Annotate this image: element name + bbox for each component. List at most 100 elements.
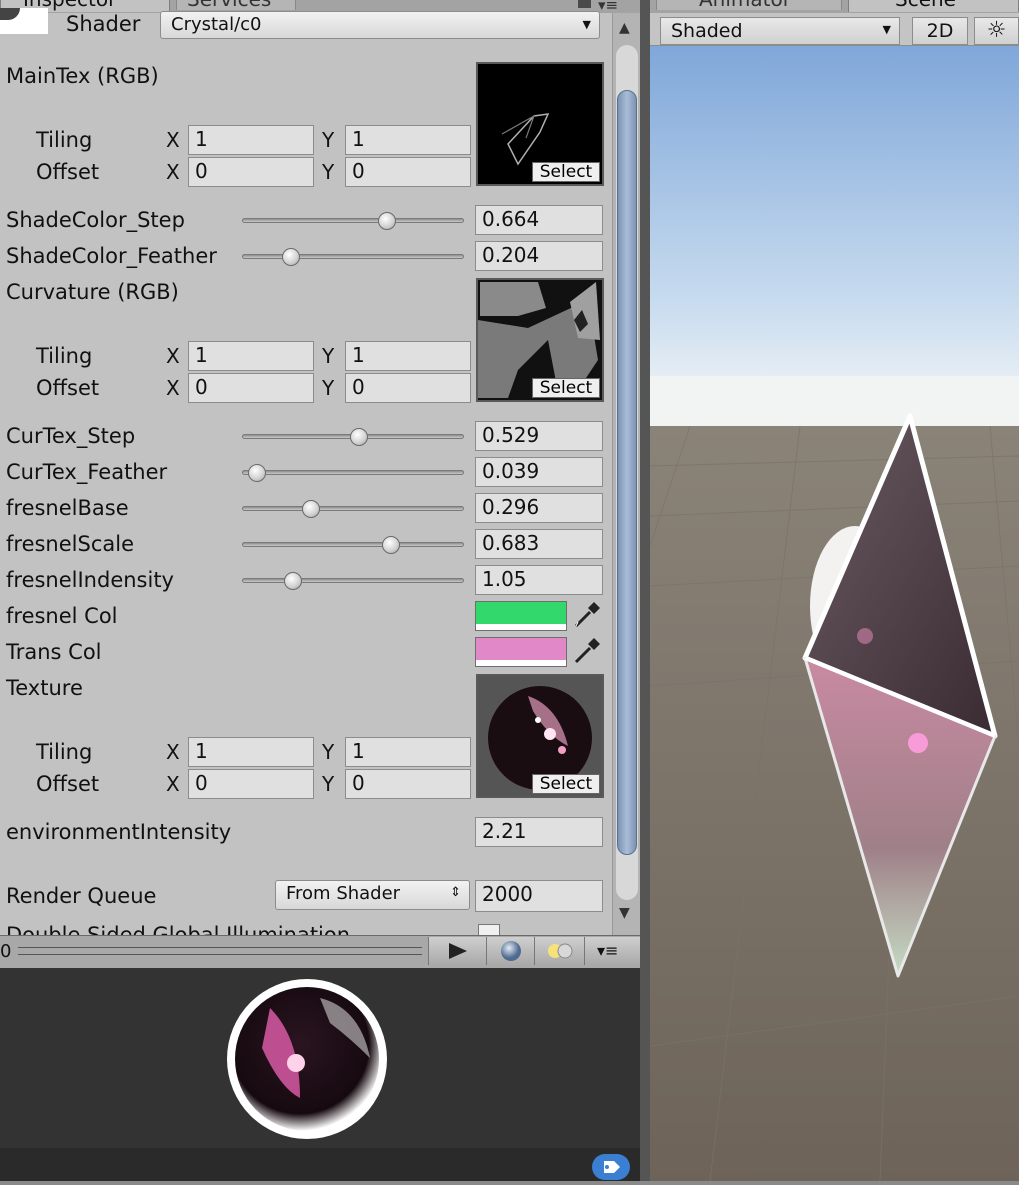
fresnel-col-alpha-bar bbox=[476, 624, 566, 630]
maintex-tiling-y-label: Y bbox=[322, 128, 335, 152]
curvature-tiling-y-label: Y bbox=[322, 344, 335, 368]
curvature-texture-slot[interactable]: Select bbox=[476, 278, 604, 402]
lock-icon[interactable] bbox=[578, 0, 591, 8]
maintex-offset-label: Offset bbox=[36, 160, 100, 184]
curvature-offset-y-label: Y bbox=[322, 376, 335, 400]
fresnel-col-fill bbox=[476, 602, 566, 624]
texture-tiling-x-field[interactable]: 1 bbox=[188, 737, 314, 767]
environment-intensity-value[interactable]: 2.21 bbox=[475, 817, 603, 847]
scene-render bbox=[650, 46, 1019, 1181]
inspector-panel: Inspector Services ▾≡ Shader Crystal/c0 … bbox=[0, 0, 640, 935]
fresnel-scale-slider-thumb[interactable] bbox=[382, 536, 400, 554]
fresnel-scale-slider[interactable] bbox=[242, 542, 464, 547]
tab-scene[interactable]: Scene bbox=[848, 0, 1019, 12]
preview-sphere-button[interactable] bbox=[486, 937, 534, 965]
double-sided-gi-checkbox[interactable] bbox=[478, 924, 500, 935]
menu-icon[interactable]: ▾≡ bbox=[598, 0, 618, 14]
curvature-tiling-y-field[interactable]: 1 bbox=[345, 341, 471, 371]
curtex-step-value[interactable]: 0.529 bbox=[475, 421, 603, 451]
fresnel-indensity-value[interactable]: 1.05 bbox=[475, 565, 603, 595]
maintex-offset-y-field[interactable]: 0 bbox=[345, 157, 471, 187]
shadecolor-feather-slider-thumb[interactable] bbox=[282, 248, 300, 266]
curtex-feather-label: CurTex_Feather bbox=[6, 460, 168, 484]
fresnel-indensity-label: fresnelIndensity bbox=[6, 568, 174, 592]
tab-animator[interactable]: Animator bbox=[656, 0, 842, 10]
curtex-feather-slider[interactable] bbox=[242, 470, 464, 475]
preview-zero-marker: 0 bbox=[0, 941, 12, 962]
render-queue-mode-dropdown[interactable]: From Shader ⇕ bbox=[275, 880, 470, 910]
maintex-label: MainTex (RGB) bbox=[6, 64, 159, 88]
fresnel-col-swatch[interactable] bbox=[475, 601, 567, 631]
shadecolor-step-slider[interactable] bbox=[242, 218, 464, 223]
curtex-step-slider-thumb[interactable] bbox=[350, 428, 368, 446]
maintex-tiling-y-field[interactable]: 1 bbox=[345, 125, 471, 155]
fresnel-base-slider[interactable] bbox=[242, 506, 464, 511]
eyedropper-icon[interactable] bbox=[572, 636, 602, 670]
maintex-tiling-x-field[interactable]: 1 bbox=[188, 125, 314, 155]
fresnel-indensity-slider[interactable] bbox=[242, 578, 464, 583]
texture-texture-slot[interactable]: Select bbox=[476, 674, 604, 798]
scroll-down-icon[interactable]: ▼ bbox=[619, 905, 630, 921]
shadecolor-feather-slider[interactable] bbox=[242, 254, 464, 259]
tab-scene-label: Scene bbox=[895, 0, 956, 11]
tab-services-label: Services bbox=[187, 0, 271, 11]
play-icon bbox=[449, 943, 467, 959]
texture-offset-y-label: Y bbox=[322, 772, 335, 796]
maintex-offset-y-label: Y bbox=[322, 160, 335, 184]
maintex-texture-slot[interactable]: Select bbox=[476, 62, 604, 186]
fresnel-indensity-slider-thumb[interactable] bbox=[284, 572, 302, 590]
chevron-down-icon: ▼ bbox=[582, 18, 591, 31]
lights-icon bbox=[548, 943, 573, 959]
scene-viewport[interactable] bbox=[650, 46, 1019, 1181]
shadecolor-feather-value[interactable]: 0.204 bbox=[475, 241, 603, 271]
draw-mode-dropdown[interactable]: Shaded ▼ bbox=[660, 17, 900, 45]
sphere-icon bbox=[501, 941, 521, 961]
texture-tiling-y-label: Y bbox=[322, 740, 335, 764]
draw-mode-value: Shaded bbox=[671, 20, 743, 42]
trans-col-alpha-bar bbox=[476, 660, 566, 666]
trans-col-swatch[interactable] bbox=[475, 637, 567, 667]
curvature-offset-label: Offset bbox=[36, 376, 100, 400]
curvature-select-button[interactable]: Select bbox=[532, 378, 600, 398]
curtex-feather-slider-thumb[interactable] bbox=[248, 464, 266, 482]
curvature-tiling-x-label: X bbox=[166, 344, 180, 368]
eyedropper-icon[interactable] bbox=[572, 600, 602, 634]
toggle-2d-button[interactable]: 2D bbox=[912, 17, 968, 45]
texture-tiling-x-label: X bbox=[166, 740, 180, 764]
shadecolor-step-value[interactable]: 0.664 bbox=[475, 205, 603, 235]
fresnel-scale-value[interactable]: 0.683 bbox=[475, 529, 603, 559]
shadecolor-step-slider-thumb[interactable] bbox=[378, 212, 396, 230]
shader-label: Shader bbox=[66, 12, 141, 36]
curvature-tiling-x-field[interactable]: 1 bbox=[188, 341, 314, 371]
texture-offset-label: Offset bbox=[36, 772, 100, 796]
trans-col-fill bbox=[476, 638, 566, 660]
tab-services[interactable]: Services bbox=[176, 0, 296, 10]
environment-intensity-label: environmentIntensity bbox=[6, 820, 232, 844]
preview-menu-button[interactable]: ▾≡ bbox=[584, 937, 640, 965]
label-icon[interactable] bbox=[592, 1154, 630, 1180]
play-button[interactable] bbox=[428, 937, 486, 965]
curvature-offset-y-field[interactable]: 0 bbox=[345, 373, 471, 403]
chevron-down-icon: ▼ bbox=[882, 23, 891, 36]
preview-lights-button[interactable] bbox=[534, 937, 584, 965]
maintex-offset-x-field[interactable]: 0 bbox=[188, 157, 314, 187]
texture-offset-y-field[interactable]: 0 bbox=[345, 769, 471, 799]
texture-tiling-label: Tiling bbox=[36, 740, 93, 764]
panel-divider[interactable] bbox=[640, 0, 650, 1181]
texture-offset-x-field[interactable]: 0 bbox=[188, 769, 314, 799]
scrollbar-thumb[interactable] bbox=[617, 90, 637, 855]
sun-icon[interactable]: ☼ bbox=[974, 17, 1019, 45]
curvature-offset-x-field[interactable]: 0 bbox=[188, 373, 314, 403]
maintex-select-button[interactable]: Select bbox=[532, 162, 600, 182]
preview-timeline-slider[interactable] bbox=[18, 947, 422, 955]
trans-col-label: Trans Col bbox=[6, 640, 102, 664]
curtex-feather-value[interactable]: 0.039 bbox=[475, 457, 603, 487]
fresnel-base-value[interactable]: 0.296 bbox=[475, 493, 603, 523]
render-queue-value[interactable]: 2000 bbox=[475, 880, 603, 912]
texture-tiling-y-field[interactable]: 1 bbox=[345, 737, 471, 767]
shader-dropdown[interactable]: Crystal/c0 ▼ bbox=[160, 11, 600, 39]
scroll-up-icon[interactable]: ▲ bbox=[619, 20, 630, 36]
maintex-offset-x-label: X bbox=[166, 160, 180, 184]
texture-select-button[interactable]: Select bbox=[532, 774, 600, 794]
fresnel-base-slider-thumb[interactable] bbox=[302, 500, 320, 518]
